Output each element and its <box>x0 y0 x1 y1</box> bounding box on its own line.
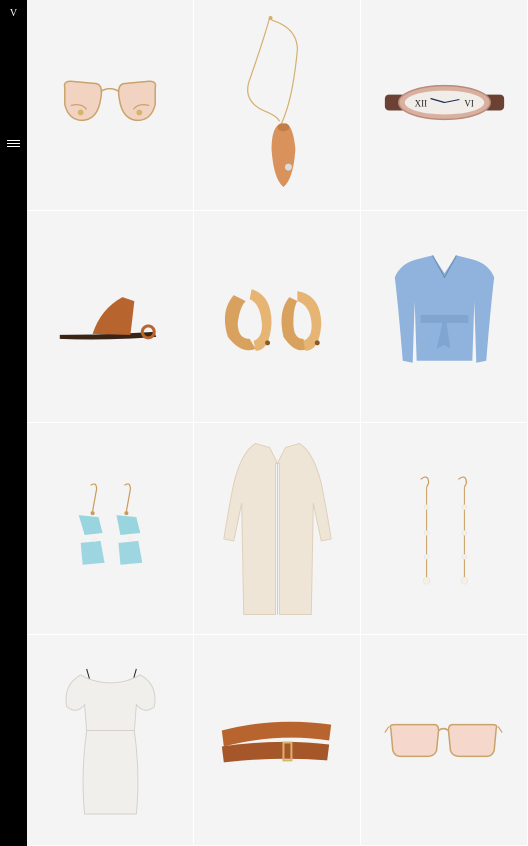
sidebar: V <box>0 0 27 846</box>
sunglasses-icon <box>63 80 157 122</box>
drop-earrings-icon <box>78 483 143 565</box>
product-tile-square-sunglasses[interactable] <box>361 635 528 846</box>
necklace-icon <box>247 16 298 188</box>
blouse-icon <box>394 255 495 363</box>
brand-logo[interactable]: V <box>0 8 27 19</box>
product-grid: XII VI <box>27 0 528 846</box>
product-tile-watch[interactable]: XII VI <box>361 0 528 211</box>
product-tile-hoop-earrings[interactable] <box>194 211 361 423</box>
product-tile-dress[interactable] <box>27 635 194 846</box>
dress-icon <box>65 668 156 815</box>
product-tile-sandal[interactable] <box>27 211 194 423</box>
product-tile-cardigan[interactable] <box>194 423 361 635</box>
pearl-earrings-icon <box>420 476 469 585</box>
product-tile-necklace[interactable] <box>194 0 361 211</box>
product-tile-pearl-earrings[interactable] <box>361 423 528 635</box>
watch-icon: XII VI <box>384 84 505 121</box>
product-tile-crystal-earrings[interactable] <box>27 423 194 635</box>
product-tile-blouse[interactable] <box>361 211 528 423</box>
hamburger-icon[interactable] <box>7 140 20 149</box>
svg-text:XII: XII <box>415 98 427 108</box>
product-tile-belt[interactable] <box>194 635 361 846</box>
cardigan-icon <box>223 442 332 615</box>
sandal-icon <box>59 297 157 340</box>
sunglasses-icon <box>384 723 503 758</box>
product-tile-sunglasses[interactable] <box>27 0 194 211</box>
hoop-earrings-icon <box>224 289 322 351</box>
belt-icon <box>221 721 332 763</box>
svg-text:VI: VI <box>464 98 473 108</box>
